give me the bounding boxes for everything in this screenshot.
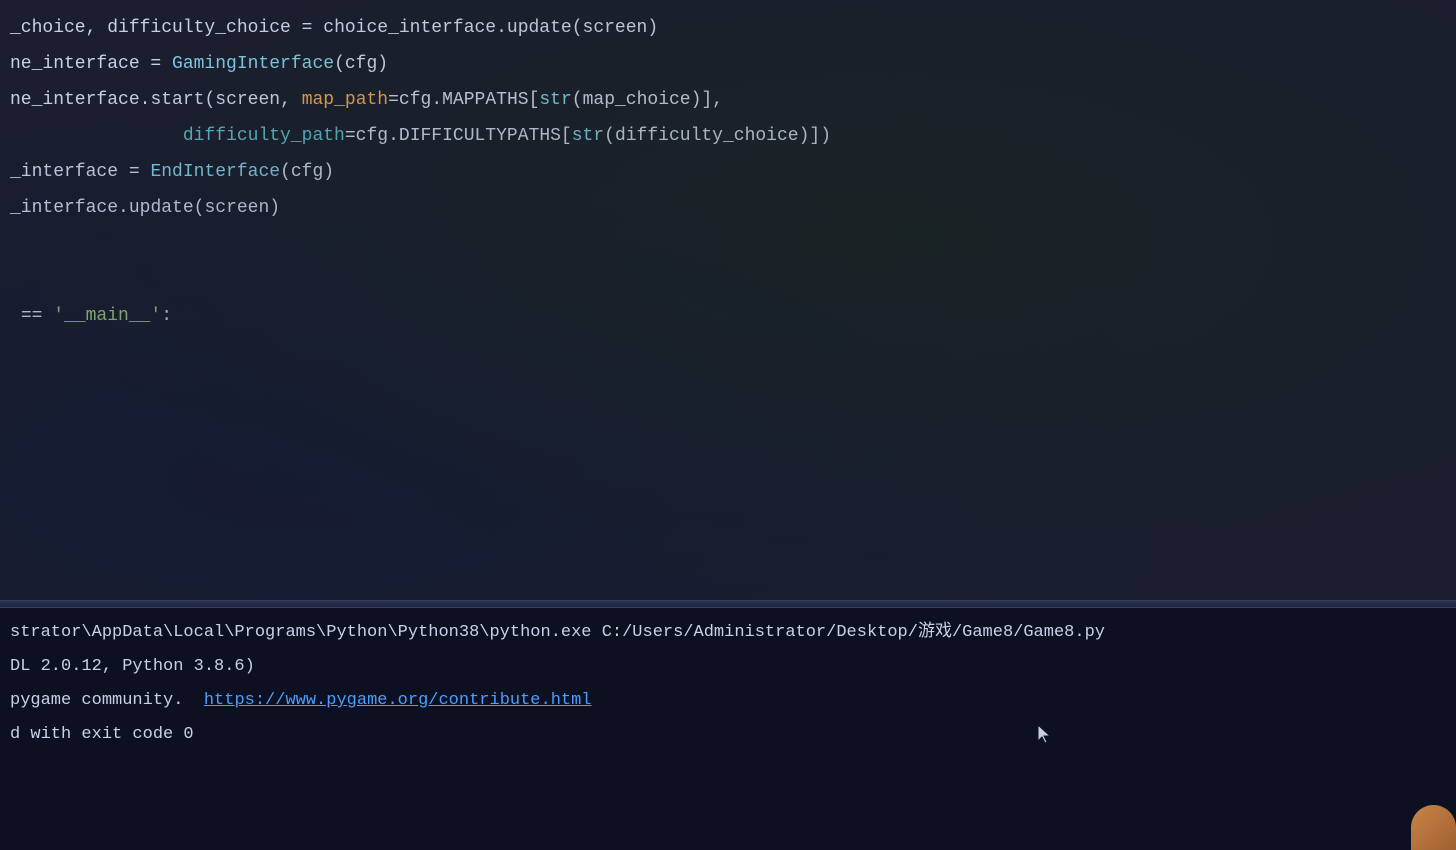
code-line-4: difficulty_path=cfg.DIFFICULTYPATHS[str(… <box>0 118 1456 154</box>
user-avatar <box>1411 805 1456 850</box>
terminal-line-1: strator\AppData\Local\Programs\Python\Py… <box>10 616 1446 650</box>
code-line-main: == '__main__': <box>0 298 1456 334</box>
code-line-blank1 <box>0 226 1456 262</box>
terminal-line-3: pygame community. https://www.pygame.org… <box>10 684 1446 718</box>
code-line-blank2 <box>0 262 1456 298</box>
code-line-3: ne_interface.start(screen, map_path=cfg.… <box>0 82 1456 118</box>
pygame-contribute-link[interactable]: https://www.pygame.org/contribute.html <box>204 691 592 710</box>
terminal: strator\AppData\Local\Programs\Python\Py… <box>0 608 1456 850</box>
editor-terminal-divider <box>0 600 1456 608</box>
terminal-line-exit: d with exit code 0 <box>10 718 1446 752</box>
code-line-6: _interface.update(screen) <box>0 190 1456 226</box>
code-line-2: ne_interface = GamingInterface(cfg) <box>0 46 1456 82</box>
terminal-line-2: DL 2.0.12, Python 3.8.6) <box>10 650 1446 684</box>
code-line-1: _choice, difficulty_choice = choice_inte… <box>0 10 1456 46</box>
code-editor: _choice, difficulty_choice = choice_inte… <box>0 0 1456 600</box>
code-line-5: _interface = EndInterface(cfg) <box>0 154 1456 190</box>
